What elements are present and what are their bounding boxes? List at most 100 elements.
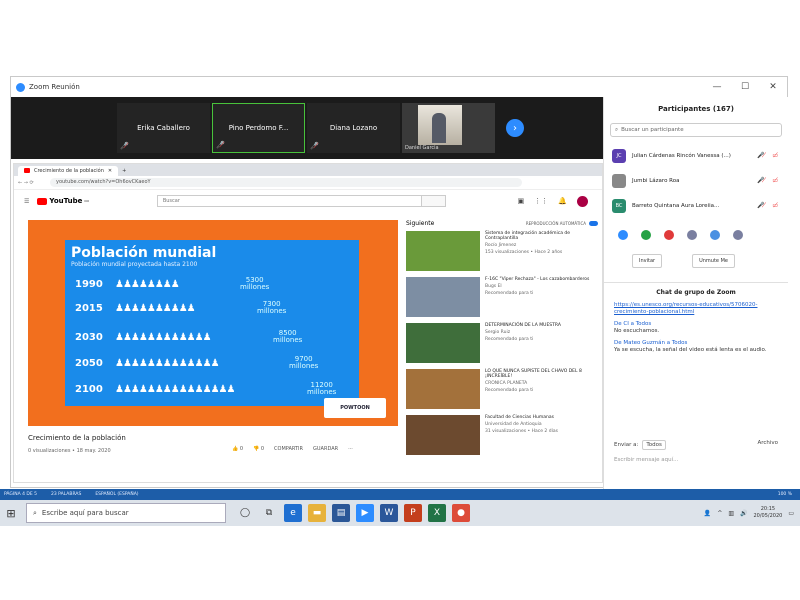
video-title: Crecimiento de la población <box>28 434 126 442</box>
browser-tabbar: Crecimiento de la población ✕ + <box>14 164 602 176</box>
participant-name: Barreto Quintana Aura Loreiia... <box>632 202 720 209</box>
file-explorer-icon[interactable]: ▬ <box>308 504 326 522</box>
like-button[interactable]: 👍 0 <box>232 446 243 452</box>
chrome-icon[interactable]: ● <box>452 504 470 522</box>
recommended-channel: CRONICA PLANETA <box>485 381 528 386</box>
video-tile-active-speaker[interactable]: Pino Perdomo F... 🎤̸ <box>212 103 305 153</box>
apps-grid-icon[interactable]: ⋮⋮ <box>534 197 548 205</box>
unmute-me-button[interactable]: Unmute Me <box>692 254 735 268</box>
video-thumbnail <box>406 323 480 363</box>
participant-row[interactable]: Jumbi Lázaro Roa 🎤̸ ▭̸ <box>604 168 788 193</box>
save-button[interactable]: GUARDAR <box>313 446 338 452</box>
people-icons: ♟♟♟♟♟♟♟♟♟♟♟♟♟ <box>115 357 220 369</box>
next-page-arrow-icon[interactable]: › <box>506 119 524 137</box>
page-count: PÁGINA 4 DE 5 <box>4 492 38 497</box>
zoom-level[interactable]: 100 % <box>778 492 792 497</box>
recommended-video[interactable]: F-16C "Viper Rechaza" - Los cazabombarde… <box>406 277 598 321</box>
volume-icon[interactable]: 🔊 <box>740 510 747 517</box>
slide-title: Población mundial <box>71 245 217 261</box>
participant-row[interactable]: JC Julian Cárdenas Rincón Vanessa (...) … <box>604 143 788 168</box>
population-row: 1990 ♟♟♟♟♟♟♟♟ 5300 millones <box>75 277 355 291</box>
participant-name: Pino Perdomo F... <box>228 124 289 132</box>
participants-chat-panel: Participantes (167) ⌕ Buscar un particip… <box>603 97 788 489</box>
tab-close-icon[interactable]: ✕ <box>108 168 112 174</box>
faster-icon[interactable] <box>710 230 720 240</box>
more-options-button[interactable]: ··· <box>348 446 353 452</box>
notifications-icon[interactable]: ▭ <box>788 510 794 517</box>
youtube-logo[interactable]: YouTube CO <box>37 197 89 205</box>
browser-tab[interactable]: Crecimiento de la población ✕ <box>18 166 119 176</box>
dislike-button[interactable]: 👎 0 <box>253 446 264 452</box>
url-field[interactable]: youtube.com/watch?v=Oh6ovCKaeoY <box>50 178 522 187</box>
store-icon[interactable]: ▤ <box>332 504 350 522</box>
video-tile[interactable]: Diana Lozano 🎤̸ <box>307 103 400 153</box>
participant-row[interactable]: BC Barreto Quintana Aura Loreiia... 🎤̸ ▭… <box>604 193 788 218</box>
powerpoint-icon[interactable]: P <box>404 504 422 522</box>
file-button[interactable]: Archivo <box>757 440 778 446</box>
recipient-select[interactable]: Todos <box>642 440 666 450</box>
person-icon[interactable]: 👤 <box>704 510 711 517</box>
chat-input[interactable]: Escribir mensaje aquí... <box>614 457 678 463</box>
taskbar-search-input[interactable]: ⌕ Escribe aquí para buscar <box>26 503 226 523</box>
task-view-icon[interactable]: ◯ <box>236 504 254 522</box>
avatar <box>612 173 626 188</box>
video-strip: Erika Caballero 🎤̸ Pino Perdomo F... 🎤̸ … <box>11 97 603 159</box>
recommended-title: Facultad de Ciencias Humanas <box>485 415 554 420</box>
people-icons: ♟♟♟♟♟♟♟♟ <box>115 278 180 290</box>
recommended-video[interactable]: LO QUE NUNCA SUPISTE DEL CHAVO DEL 8 ¡IN… <box>406 369 598 413</box>
search-icon: ⌕ <box>33 508 37 517</box>
language[interactable]: ESPAÑOL (ESPAÑA) <box>95 492 138 497</box>
recommended-video[interactable]: DETERMINACIÓN DE LA MUESTRA Sergio Ruiz … <box>406 323 598 367</box>
toggle-icon <box>589 221 598 226</box>
zoom-window: Zoom Reunión — ☐ ✕ Erika Caballero 🎤̸ Pi… <box>10 76 788 489</box>
camera-icon[interactable]: ▣ <box>518 197 525 205</box>
chat-recipient: Enviar a: Todos <box>614 440 666 450</box>
minimize-button[interactable]: — <box>703 82 731 92</box>
close-button[interactable]: ✕ <box>759 82 787 92</box>
maximize-button[interactable]: ☐ <box>731 82 759 92</box>
multitask-icon[interactable]: ⧉ <box>260 504 278 522</box>
nav-arrows-icon[interactable]: ← → ⟳ <box>14 180 50 186</box>
invite-button[interactable]: Invitar <box>632 254 663 268</box>
recommended-video[interactable]: Facultad de Ciencias Humanas Universidad… <box>406 415 598 459</box>
slower-icon[interactable] <box>687 230 697 240</box>
video-slide: Población mundial Población mundial proy… <box>65 240 359 406</box>
chat-messages: https://es.unesco.org/recursos-educativo… <box>604 296 788 360</box>
autoplay-toggle[interactable]: REPRODUCCIÓN AUTOMÁTICA <box>526 220 598 227</box>
video-tile[interactable]: Erika Caballero 🎤̸ <box>117 103 210 153</box>
search-icon[interactable] <box>421 195 446 207</box>
youtube-play-icon <box>37 197 48 205</box>
word-icon[interactable]: W <box>380 504 398 522</box>
network-icon[interactable]: ▥ <box>728 510 734 517</box>
muted-mic-icon: 🎤̸ <box>120 142 129 150</box>
share-button[interactable]: COMPARTIR <box>274 446 303 452</box>
windows-start-icon[interactable]: ⊞ <box>0 507 22 520</box>
new-tab-icon[interactable]: + <box>122 168 126 176</box>
chat-link[interactable]: https://es.unesco.org/recursos-educativo… <box>614 302 778 316</box>
more-reactions-icon[interactable] <box>733 230 743 240</box>
desktop: Zoom Reunión — ☐ ✕ Erika Caballero 🎤̸ Pi… <box>0 0 800 600</box>
address-bar: ← → ⟳ youtube.com/watch?v=Oh6ovCKaeoY <box>14 176 602 190</box>
recommended-video[interactable]: Sistema de integración académica de Cont… <box>406 231 598 275</box>
recommended-meta: 31 visualizaciones • Hace 2 días <box>485 429 558 434</box>
clock[interactable]: 20:15 20/05/2020 <box>754 506 783 520</box>
excel-icon[interactable]: X <box>428 504 446 522</box>
video-tile-camera[interactable]: Daniel Garcia <box>402 103 495 153</box>
no-icon[interactable] <box>664 230 674 240</box>
avatar[interactable] <box>577 195 588 207</box>
search-placeholder: Buscar un participante <box>621 127 684 133</box>
row-value: 7300 millones <box>257 300 287 315</box>
muted-mic-icon: 🎤̸ <box>216 141 225 149</box>
hamburger-menu-icon[interactable]: ☰ <box>24 198 29 205</box>
bell-icon[interactable]: 🔔 <box>558 197 567 205</box>
raise-hand-icon[interactable] <box>618 230 628 240</box>
recommended-channel: Rocío Jimenez <box>485 243 517 248</box>
edge-browser-icon[interactable]: e <box>284 504 302 522</box>
yes-icon[interactable] <box>641 230 651 240</box>
youtube-search-input[interactable]: Buscar <box>156 195 422 207</box>
participant-search-input[interactable]: ⌕ Buscar un participante <box>610 123 782 137</box>
chevron-up-icon[interactable]: ^ <box>717 510 722 517</box>
video-player[interactable]: Población mundial Población mundial proy… <box>28 220 398 426</box>
video-meta: 0 visualizaciones • 18 may. 2020 <box>28 448 111 454</box>
zoom-app-icon[interactable]: ▶ <box>356 504 374 522</box>
